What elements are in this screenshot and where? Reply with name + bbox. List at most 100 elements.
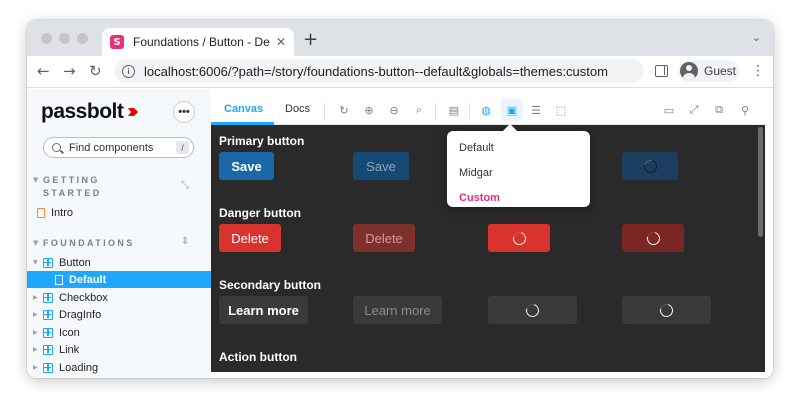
close-tab-icon[interactable]: ✕: [276, 35, 286, 49]
section-title-primary: Primary button: [219, 134, 305, 148]
tab-title: Foundations / Button - Default: [133, 35, 270, 49]
reset-zoom-icon[interactable]: ⌕: [412, 103, 426, 117]
avatar-icon: [680, 62, 698, 80]
addons-panel-icon[interactable]: ▭: [662, 103, 676, 117]
sidebar-item-button[interactable]: ▼ Button: [27, 254, 211, 271]
profile-button[interactable]: Guest: [678, 60, 740, 82]
theme-option-midgar[interactable]: Midgar: [447, 160, 590, 185]
group-label-line2: STARTED: [43, 188, 102, 198]
component-icon: [43, 292, 53, 303]
sidebar-menu-button[interactable]: •••: [173, 101, 195, 123]
sidebar-item-default[interactable]: Default: [27, 271, 211, 288]
side-panel-icon[interactable]: [655, 65, 668, 77]
expand-collapse-icon[interactable]: ⇕: [181, 236, 189, 247]
new-tab-icon[interactable]: +: [303, 29, 318, 50]
danger-processing-button: [488, 224, 550, 252]
theme-option-default[interactable]: Default: [447, 135, 590, 160]
grid-icon[interactable]: ☰: [529, 103, 543, 117]
toolbar-divider: [324, 103, 325, 119]
collapsed-caret-icon: ▶: [33, 294, 38, 301]
collapsed-caret-icon: ▶: [33, 311, 38, 318]
address-bar[interactable]: i localhost:6006/?path=/story/foundation…: [114, 59, 644, 83]
loading-spinner-icon: [510, 229, 528, 247]
danger-delete-disabled-button: Delete: [353, 224, 415, 252]
sidebar-item-loading[interactable]: ▶ Loading: [27, 359, 211, 376]
group-caret-icon[interactable]: ▼: [33, 176, 38, 184]
tab-search-chevron-icon[interactable]: ⌄: [752, 31, 761, 44]
expanded-caret-icon: ▼: [33, 259, 38, 266]
loading-spinner-icon: [657, 301, 676, 319]
sidebar-item-intro[interactable]: Intro: [27, 204, 211, 221]
tab-canvas[interactable]: Canvas: [224, 103, 263, 115]
search-shortcut-key: /: [176, 141, 189, 154]
toolbar-divider: [435, 103, 436, 119]
storybook-sidebar: passbolt ••• Find components / ▼ GETTING…: [27, 89, 211, 378]
profile-label: Guest: [704, 64, 737, 78]
component-icon: [43, 327, 53, 338]
section-title-action: Action button: [219, 350, 297, 364]
primary-save-button[interactable]: Save: [219, 152, 274, 180]
reload-icon[interactable]: ↻: [89, 62, 102, 80]
sidebar-item-label: Intro: [51, 206, 74, 219]
fullscreen-icon[interactable]: ⤢: [687, 103, 701, 117]
storybook-toolbar: Canvas Docs ↻ ⊕ ⊖ ⌕ ▤ ◍ ▣ ☰ ⬚ ▭ ⤢ ⧉ ⚲: [211, 95, 765, 125]
sidebar-item-label: Icon: [59, 326, 80, 339]
remount-icon[interactable]: ↻: [337, 103, 351, 117]
sidebar-item-label: Default: [69, 273, 107, 286]
group-caret-icon[interactable]: ▼: [33, 239, 38, 247]
logo-arrow-icon: [128, 108, 139, 116]
group-label-line1: GETTING: [43, 175, 100, 185]
zoom-window-button[interactable]: [77, 33, 88, 44]
browser-window: S Foundations / Button - Default ✕ + ⌄ ←…: [27, 20, 773, 378]
secondary-learn-more-disabled-button: Learn more: [353, 296, 442, 324]
secondary-processing-button: [488, 296, 577, 324]
collapsed-caret-icon: ▶: [33, 346, 38, 353]
search-icon: [52, 143, 61, 152]
minimize-window-button[interactable]: [59, 33, 70, 44]
collapsed-caret-icon: ▶: [33, 329, 38, 336]
document-icon: [37, 207, 45, 218]
site-info-icon[interactable]: i: [122, 64, 135, 78]
danger-processing-disabled-button: [622, 224, 684, 252]
browser-tab[interactable]: S Foundations / Button - Default ✕: [102, 28, 294, 56]
component-icon: [43, 344, 53, 355]
loading-spinner-icon: [523, 301, 542, 319]
theme-image-icon[interactable]: ▣: [505, 103, 519, 117]
tab-docs[interactable]: Docs: [285, 103, 310, 115]
sidebar-item-label: Checkbox: [59, 291, 108, 304]
sidebar-item-checkbox[interactable]: ▶ Checkbox: [27, 289, 211, 306]
theme-option-custom[interactable]: Custom: [447, 185, 590, 210]
section-title-secondary: Secondary button: [219, 278, 322, 292]
secondary-learn-more-button[interactable]: Learn more: [219, 296, 308, 324]
search-input[interactable]: Find components /: [43, 137, 194, 158]
loading-spinner-icon: [641, 157, 659, 175]
url-text: localhost:6006/?path=/story/foundations-…: [144, 63, 608, 79]
background-icon[interactable]: ▤: [447, 103, 461, 117]
zoom-out-icon[interactable]: ⊖: [387, 103, 401, 117]
sidebar-item-link[interactable]: ▶ Link: [27, 341, 211, 358]
copy-link-icon[interactable]: ⚲: [738, 103, 752, 117]
component-icon: [43, 309, 53, 320]
danger-delete-button[interactable]: Delete: [219, 224, 281, 252]
bookmark-story-icon: [55, 274, 63, 285]
browser-menu-icon[interactable]: ⋮: [751, 63, 765, 79]
sidebar-item-icon[interactable]: ▶ Icon: [27, 324, 211, 341]
passbolt-logo: passbolt: [41, 100, 140, 124]
primary-processing-disabled-button: [622, 152, 678, 180]
collapse-all-icon[interactable]: ⤡: [181, 180, 189, 191]
section-title-danger: Danger button: [219, 206, 301, 220]
close-window-button[interactable]: [41, 33, 52, 44]
back-arrow-icon[interactable]: ←: [37, 62, 50, 80]
component-icon: [43, 362, 53, 373]
canvas-scrollbar[interactable]: [758, 127, 763, 237]
forward-arrow-icon[interactable]: →: [63, 62, 76, 80]
sidebar-item-draginfo[interactable]: ▶ DragInfo: [27, 306, 211, 323]
storybook-favicon-icon: S: [110, 35, 124, 49]
group-foundations[interactable]: FOUNDATIONS: [43, 237, 135, 250]
group-getting-started[interactable]: GETTING STARTED: [43, 174, 102, 200]
open-new-tab-icon[interactable]: ⧉: [712, 103, 726, 117]
toolbar-divider: [469, 103, 470, 119]
outline-icon[interactable]: ⬚: [554, 103, 568, 117]
zoom-in-icon[interactable]: ⊕: [362, 103, 376, 117]
globe-locale-icon[interactable]: ◍: [479, 103, 493, 117]
